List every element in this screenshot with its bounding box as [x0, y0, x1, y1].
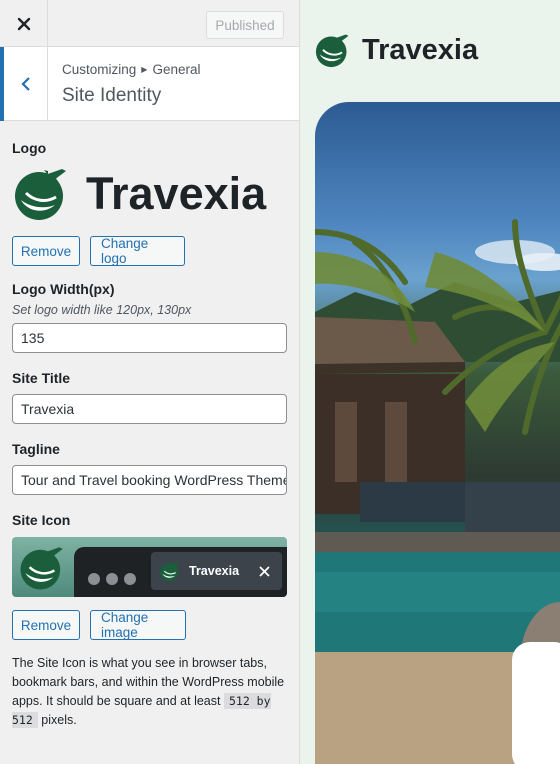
breadcrumb-separator-icon: ▶ [141, 65, 148, 74]
back-button[interactable] [0, 47, 48, 121]
logo-width-label: Logo Width(px) [12, 281, 115, 297]
preview-logo-mark-icon [315, 34, 349, 68]
customizer-sidebar: Published Customizing ▶ General Site Ident… [0, 0, 300, 764]
window-dots-icon [88, 573, 136, 585]
site-icon-large-icon [20, 547, 63, 590]
preview-site-name: Travexia [362, 34, 479, 66]
chevron-left-icon [20, 77, 30, 91]
site-title-input[interactable]: Travexia [12, 394, 287, 424]
remove-site-icon-button[interactable]: Remove [12, 610, 80, 640]
site-identity-controls: Logo Travexia Remove Change logo Logo Wi… [12, 140, 287, 730]
logo-mark-icon [15, 169, 66, 220]
logo-width-description: Set logo width like 120px, 130px [12, 303, 192, 317]
logo-label: Logo [12, 140, 47, 156]
breadcrumb: Customizing ▶ General [62, 62, 200, 77]
breadcrumb-current: General [152, 62, 201, 77]
section-title: Site Identity [62, 85, 162, 106]
change-logo-button[interactable]: Change logo [90, 236, 185, 266]
site-icon-preview[interactable]: Travexia [12, 537, 287, 597]
close-customizer-button[interactable] [0, 0, 48, 47]
close-icon [17, 17, 30, 30]
tagline-label: Tagline [12, 441, 60, 457]
preview-card [512, 642, 560, 764]
browser-tab: Travexia [151, 552, 282, 590]
preview-logo[interactable]: Travexia [314, 33, 478, 68]
browser-tab-title: Travexia [189, 564, 240, 578]
published-button[interactable]: Published [206, 11, 284, 39]
site-icon-help-text-end: pixels. [41, 713, 77, 727]
site-preview[interactable]: Travexia [300, 0, 560, 764]
site-icon-help: The Site Icon is what you see in browser… [12, 654, 287, 730]
site-icon-label: Site Icon [12, 512, 71, 528]
logo-wordmark: Travexia [86, 168, 267, 219]
site-icon-actions: Remove Change image [12, 610, 287, 640]
browser-tab-bar: Travexia [74, 547, 287, 597]
tagline-input[interactable]: Tour and Travel booking WordPress Theme [12, 465, 287, 495]
breadcrumb-parent: Customizing [62, 62, 137, 77]
logo-preview[interactable]: Travexia [12, 165, 287, 223]
section-header: Customizing ▶ General Site Identity [0, 47, 299, 121]
site-title-label: Site Title [12, 370, 71, 386]
logo-width-input[interactable]: 135 [12, 323, 287, 353]
customizer-topbar: Published [0, 0, 299, 47]
logo-actions: Remove Change logo [12, 236, 287, 266]
remove-logo-button[interactable]: Remove [12, 236, 80, 266]
site-icon-small-icon [160, 561, 180, 581]
tab-close-icon [259, 566, 270, 577]
change-image-button[interactable]: Change image [90, 610, 186, 640]
